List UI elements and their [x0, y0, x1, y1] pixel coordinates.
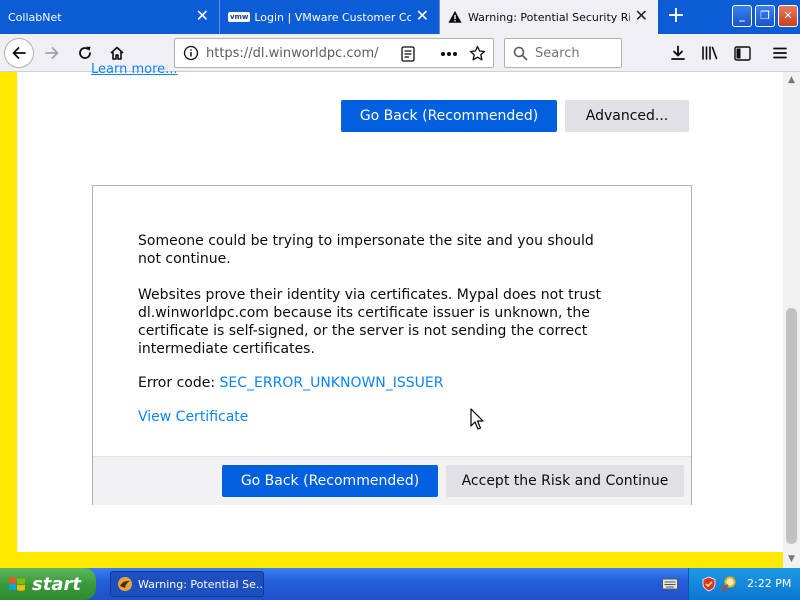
learn-more-link[interactable]: Learn more... — [91, 62, 178, 77]
impersonation-paragraph: Someone could be trying to impersonate t… — [138, 233, 594, 267]
error-code-line: Error code: SEC_ERROR_UNKNOWN_ISSUER — [138, 375, 444, 391]
arrow-right-icon — [45, 47, 59, 59]
start-label: start — [32, 573, 81, 595]
panel-footer: Go Back (Recommended) Accept the Risk an… — [93, 456, 691, 505]
maximize-button[interactable]: ❐ — [755, 5, 775, 27]
sidebar-icon — [733, 45, 751, 61]
page-actions-icon[interactable] — [440, 51, 458, 57]
search-bar[interactable]: Search — [504, 38, 622, 68]
url-text[interactable]: https://dl.winworldpc.com/ — [206, 46, 379, 61]
forward-button[interactable] — [38, 39, 66, 67]
tab-title: CollabNet — [8, 10, 62, 24]
content-area: Learn more... Go Back (Recommended) Adva… — [0, 62, 800, 568]
tab-close-icon[interactable]: ✕ — [416, 8, 429, 24]
tab-collabnet[interactable]: CollabNet ✕ — [0, 0, 220, 34]
tab-strip: CollabNet ✕ vmw Login | VMware Customer … — [0, 0, 800, 34]
accept-risk-button[interactable]: Accept the Risk and Continue — [446, 465, 684, 497]
search-icon — [513, 46, 528, 61]
close-window-button[interactable]: ✕ — [778, 5, 798, 27]
vertical-scrollbar[interactable]: ▲ ▼ — [783, 72, 800, 568]
minimize-button[interactable]: _ — [732, 5, 752, 27]
reload-icon — [79, 46, 91, 59]
tab-vmware[interactable]: vmw Login | VMware Customer Connect ✕ — [220, 0, 440, 34]
library-button[interactable] — [696, 39, 724, 67]
menu-button[interactable] — [766, 39, 794, 67]
search-placeholder: Search — [535, 46, 580, 61]
advanced-button[interactable]: Advanced... — [565, 100, 689, 132]
keyboard-icon[interactable] — [662, 577, 678, 591]
download-icon — [671, 45, 685, 60]
back-button[interactable] — [4, 38, 34, 68]
clock[interactable]: 2:22 PM — [747, 577, 791, 590]
warning-icon — [448, 10, 462, 23]
tab-close-icon[interactable]: ✕ — [196, 8, 209, 24]
tab-close-icon[interactable]: ✕ — [635, 8, 648, 24]
certificate-paragraph: Websites prove their identity via certif… — [138, 287, 602, 357]
sidebar-button[interactable] — [728, 39, 756, 67]
reader-view-icon[interactable] — [401, 46, 415, 62]
mouse-cursor-icon — [470, 408, 484, 430]
taskbar: start Warning: Potential Se... 2:22 PM — [0, 568, 800, 600]
vmware-logo-icon: vmw — [228, 12, 251, 22]
new-tab-button[interactable]: + — [664, 4, 688, 28]
hamburger-menu-icon — [773, 47, 787, 59]
error-code-link[interactable]: SEC_ERROR_UNKNOWN_ISSUER — [220, 375, 444, 391]
info-icon[interactable] — [183, 45, 199, 61]
tab-title: Warning: Potential Security Risk Ahead — [468, 10, 630, 24]
view-certificate-link[interactable]: View Certificate — [138, 409, 248, 425]
browser-icon — [118, 577, 132, 591]
windows-logo-icon — [9, 577, 25, 591]
downloads-button[interactable] — [664, 39, 692, 67]
library-icon — [702, 46, 718, 60]
scroll-down-arrow-icon[interactable]: ▼ — [783, 551, 800, 568]
error-code-label: Error code: — [138, 375, 216, 391]
scrollbar-thumb[interactable] — [786, 308, 797, 544]
taskbar-item-browser[interactable]: Warning: Potential Se... — [110, 571, 264, 597]
tab-security-warning[interactable]: Warning: Potential Security Risk Ahead ✕ — [440, 0, 658, 34]
start-button[interactable]: start — [0, 568, 96, 600]
advanced-panel: Someone could be trying to impersonate t… — [92, 185, 692, 505]
warning-page: Learn more... Go Back (Recommended) Adva… — [17, 62, 783, 552]
search-tray-icon[interactable] — [721, 576, 737, 592]
scroll-up-arrow-icon[interactable]: ▲ — [783, 72, 800, 89]
home-icon — [110, 46, 124, 60]
taskbar-item-label: Warning: Potential Se... — [138, 577, 264, 591]
tab-title: Login | VMware Customer Connect — [254, 10, 411, 24]
bookmark-star-icon[interactable] — [469, 45, 486, 62]
system-tray: 2:22 PM — [688, 568, 800, 600]
arrow-left-icon — [12, 47, 26, 59]
url-bar[interactable]: https://dl.winworldpc.com/ — [174, 38, 494, 68]
network-shield-icon[interactable] — [701, 576, 717, 592]
go-back-button-top[interactable]: Go Back (Recommended) — [341, 100, 557, 132]
go-back-button[interactable]: Go Back (Recommended) — [222, 465, 438, 497]
